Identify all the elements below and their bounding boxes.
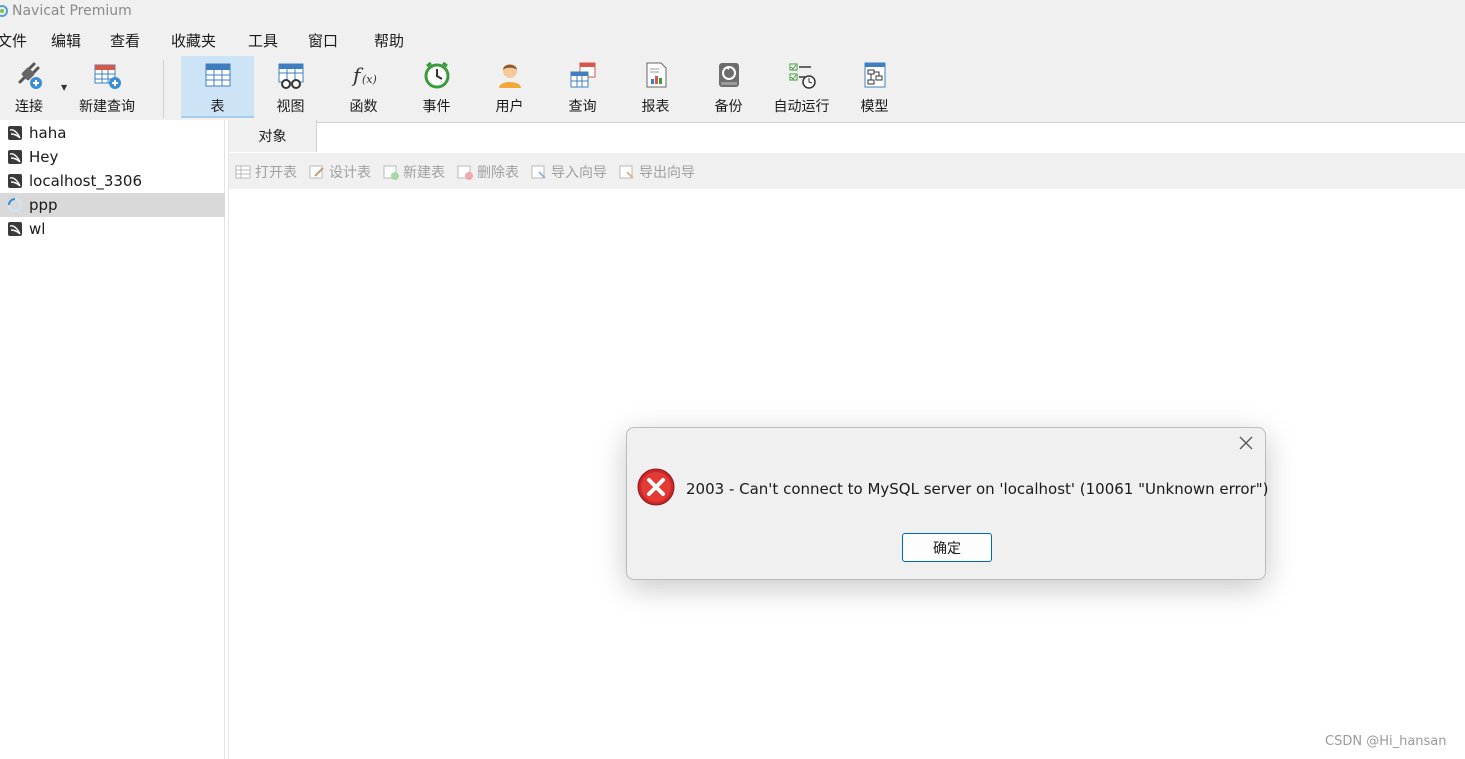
- connection-item[interactable]: Hey: [0, 145, 225, 169]
- mysql-connection-icon: [8, 126, 22, 140]
- connection-item[interactable]: ppp: [0, 193, 225, 217]
- toolbar-separator: [163, 60, 164, 118]
- view-icon: [278, 63, 303, 89]
- model-button[interactable]: 模型: [838, 56, 911, 118]
- navicat-logo-icon: [0, 5, 8, 17]
- svg-text:(x): (x): [362, 73, 377, 86]
- title-bar: Navicat Premium: [0, 0, 1465, 22]
- error-message: 2003 - Can't connect to MySQL server on …: [686, 480, 1269, 498]
- export-wizard-button[interactable]: 导出向导: [619, 162, 695, 182]
- automation-button[interactable]: 自动运行: [765, 56, 838, 118]
- new-table-icon: [383, 165, 399, 180]
- object-toolbar: 打开表 设计表 新建表 删除表 导入向导 导出向导: [229, 153, 1465, 189]
- close-icon[interactable]: [1237, 434, 1255, 452]
- function-icon: f (x): [351, 63, 377, 87]
- table-button[interactable]: 表: [181, 56, 254, 118]
- delete-table-icon: [457, 165, 473, 180]
- connection-item[interactable]: localhost_3306: [0, 169, 225, 193]
- new-query-button[interactable]: 新建查询: [74, 56, 140, 118]
- loading-spinner-icon: [8, 198, 22, 212]
- backup-button[interactable]: 备份: [692, 56, 765, 118]
- query-icon: [570, 62, 595, 88]
- open-table-icon: [235, 165, 251, 179]
- window-title: Navicat Premium: [12, 3, 132, 19]
- connect-button[interactable]: 连接: [6, 56, 52, 118]
- open-table-button[interactable]: 打开表: [235, 162, 297, 182]
- report-button[interactable]: 报表: [619, 56, 692, 118]
- tab-strip-empty: [317, 122, 1465, 152]
- plug-icon: [18, 62, 42, 89]
- new-table-button[interactable]: 新建表: [383, 162, 445, 182]
- report-icon: [646, 62, 666, 88]
- view-button[interactable]: 视图: [254, 56, 327, 118]
- mysql-connection-icon: [8, 150, 22, 164]
- menu-bar: 文件 编辑 查看 收藏夹 工具 窗口 帮助: [0, 22, 1465, 56]
- new-query-icon: [94, 64, 121, 89]
- tab-strip: 对象: [229, 120, 1465, 152]
- main-toolbar: 连接 ▼ 新建查询 表 视图 f (x) 函数 事件 用户 查询 报表 备份 自…: [0, 56, 1465, 120]
- tab-objects[interactable]: 对象: [229, 120, 317, 152]
- menu-tools[interactable]: 工具: [248, 30, 278, 51]
- error-icon: [637, 468, 675, 506]
- connect-dropdown-icon[interactable]: ▼: [61, 83, 69, 92]
- automation-icon: [789, 63, 816, 89]
- import-icon: [531, 165, 546, 179]
- menu-window[interactable]: 窗口: [308, 30, 338, 51]
- design-table-icon: [309, 165, 324, 179]
- mysql-connection-icon: [8, 222, 22, 236]
- query-button[interactable]: 查询: [546, 56, 619, 118]
- ok-button[interactable]: 确定: [902, 533, 992, 562]
- menu-favorites[interactable]: 收藏夹: [171, 30, 216, 51]
- menu-file[interactable]: 文件: [0, 30, 27, 51]
- delete-table-button[interactable]: 删除表: [457, 162, 519, 182]
- connection-item[interactable]: wl: [0, 217, 225, 241]
- user-icon: [498, 64, 521, 88]
- menu-view[interactable]: 查看: [110, 30, 140, 51]
- menu-help[interactable]: 帮助: [374, 30, 404, 51]
- import-wizard-button[interactable]: 导入向导: [531, 162, 607, 182]
- function-button[interactable]: f (x) 函数: [327, 56, 400, 118]
- watermark-text: CSDN @Hi_hansan: [1325, 734, 1447, 749]
- backup-icon: [718, 63, 739, 87]
- error-dialog: 2003 - Can't connect to MySQL server on …: [626, 427, 1269, 580]
- user-button[interactable]: 用户: [473, 56, 546, 118]
- model-icon: [864, 62, 885, 88]
- table-icon: [205, 63, 230, 87]
- connection-item[interactable]: haha: [0, 121, 225, 145]
- design-table-button[interactable]: 设计表: [309, 162, 371, 182]
- mysql-connection-icon: [8, 174, 22, 188]
- menu-edit[interactable]: 编辑: [51, 30, 81, 51]
- connection-tree: haha Hey localhost_3306 ppp wl: [0, 120, 225, 759]
- event-button[interactable]: 事件: [400, 56, 473, 118]
- clock-icon: [424, 61, 449, 89]
- export-icon: [619, 165, 634, 179]
